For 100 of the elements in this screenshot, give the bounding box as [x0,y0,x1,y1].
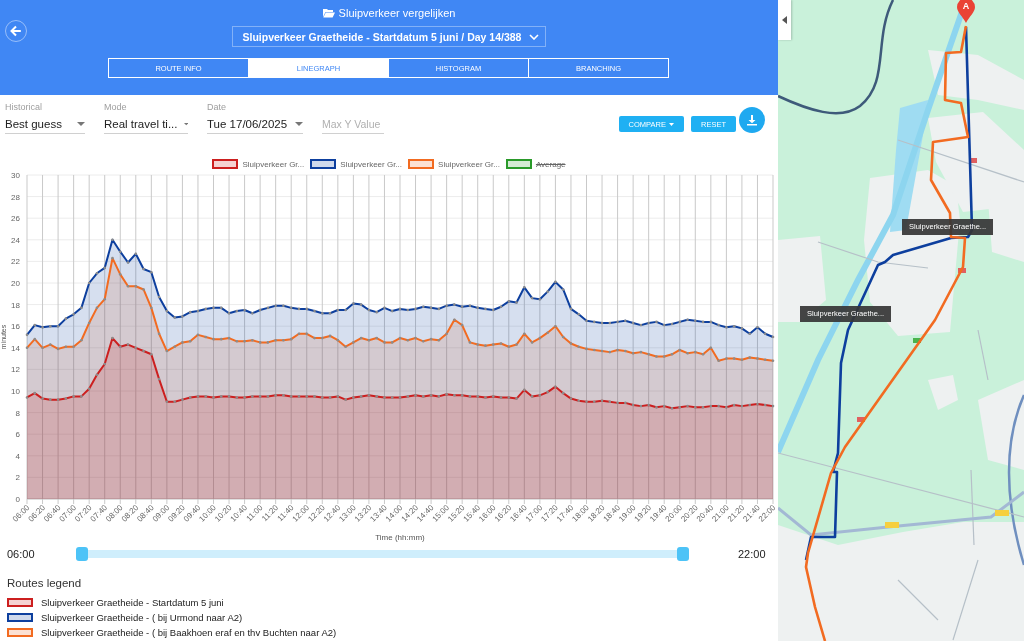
data-point [243,308,246,312]
data-point [80,395,83,398]
data-point [313,395,316,398]
data-point [390,309,394,313]
data-point [359,395,363,398]
data-point [748,356,751,359]
data-point [624,349,627,353]
data-point [499,305,503,309]
data-point [188,310,192,314]
data-point [445,304,448,307]
data-point [126,343,130,346]
data-point [491,395,495,398]
data-point [64,345,68,348]
data-point [561,335,565,339]
data-point [227,311,231,315]
data-point [763,332,767,336]
data-point [655,355,658,358]
data-point [709,320,713,324]
data-point [655,405,658,409]
slider-handle[interactable] [76,547,88,561]
caret-down-icon [77,121,85,126]
dropdown-field[interactable]: Real travel ti... [104,114,188,134]
data-point [212,396,215,399]
legend-item[interactable]: Sluipverkeer Gr... [212,159,305,169]
axis-label: 16 [11,322,20,332]
data-point [344,398,347,401]
data-point [670,407,674,410]
data-point [336,338,340,342]
data-point [33,337,37,341]
data-point [748,403,751,407]
data-point [616,320,619,324]
legend-item[interactable]: Average [505,159,566,169]
data-point [390,341,394,344]
data-point [41,326,44,329]
data-point [608,400,612,404]
data-point [328,311,332,315]
route-label: Sluipverkeer Graetheide - ( bij Baakhoen eraf en thv Buchten naar A2) [41,627,337,638]
data-point [756,326,759,329]
data-point [569,342,573,345]
data-point [546,290,549,293]
data-point [305,332,309,336]
data-point [639,404,643,408]
data-point [756,402,759,406]
data-point [150,353,153,356]
data-point [297,395,301,398]
data-point [103,362,106,366]
download-button[interactable] [739,107,765,133]
axis-label: 12 [11,365,20,375]
slider-handle[interactable] [677,547,689,561]
map-pin-icon[interactable] [956,0,976,23]
data-point [173,400,176,404]
data-point [25,396,29,399]
data-point [414,307,417,311]
axis-label: 10 [11,387,20,396]
data-point [717,359,720,363]
data-point [414,336,417,340]
data-point [616,401,619,405]
data-point [763,403,767,407]
collapse-map-button[interactable] [778,0,791,40]
data-point [33,391,37,395]
data-point [530,341,534,344]
legend-item[interactable]: Sluipverkeer Gr... [310,159,403,169]
data-point [126,261,130,264]
data-point [367,394,371,397]
data-point [561,288,565,291]
input-field[interactable]: Max Y Value [322,114,384,134]
data-point [375,310,378,314]
data-point [49,398,52,401]
data-point [468,395,472,398]
data-point [678,348,682,352]
data-point [740,327,744,330]
axis-label: 28 [11,192,20,202]
data-point [748,332,751,336]
caret-down-icon [183,121,188,126]
data-point [717,404,720,408]
data-point [227,336,231,340]
data-point [49,324,52,328]
data-point [243,340,246,343]
field-label: Mode [104,101,128,114]
route-selector[interactable]: Sluipverkeer Graetheide - Startdatum 5 juni / Day 14/388 [231,26,547,47]
data-point [383,396,386,399]
dropdown-field[interactable]: Tue 17/06/2025 [207,114,303,134]
data-point [406,308,410,312]
data-point [701,320,705,324]
data-point [383,306,386,310]
data-point [313,336,316,340]
data-point [701,353,705,356]
data-point [352,341,355,344]
data-point [655,320,658,324]
legend-item[interactable]: Sluipverkeer Gr... [408,159,500,169]
marker-label: A [961,1,971,12]
data-point [647,321,650,325]
data-point [585,400,588,404]
data-point [554,385,557,388]
data-point [49,343,52,346]
data-point [732,324,736,328]
legend-heading: Routes legend [7,576,83,590]
data-point [274,394,277,397]
dropdown-field[interactable]: Best guess [5,114,85,134]
data-point [538,394,542,397]
